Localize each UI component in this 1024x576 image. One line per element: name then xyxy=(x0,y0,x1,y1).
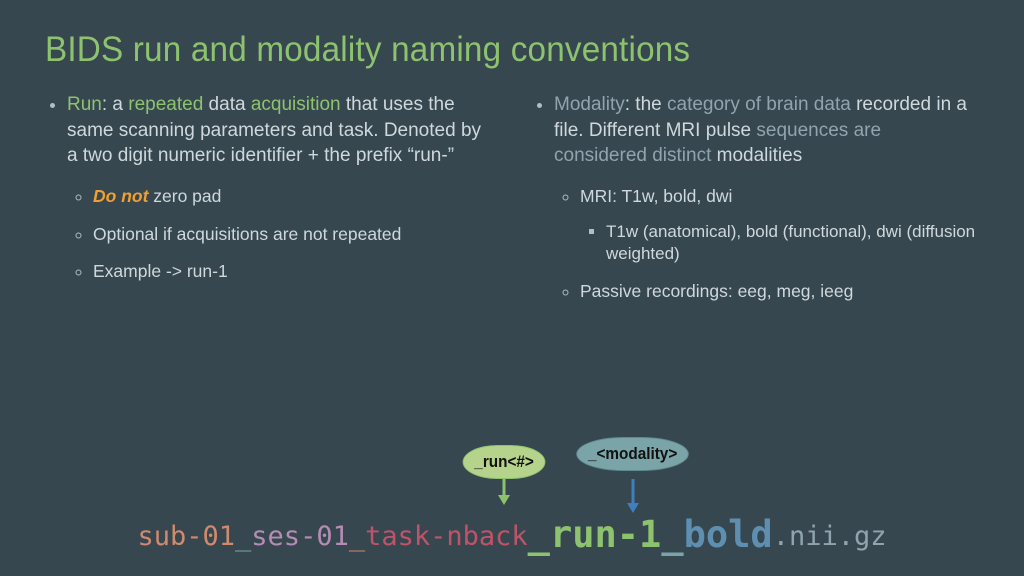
two-column-layout: Run: a repeated data acquisition that us… xyxy=(45,92,979,318)
slide-title: BIDS run and modality naming conventions xyxy=(45,30,932,70)
run-bubble: _run<#> xyxy=(463,445,546,479)
code-bold: bold xyxy=(684,513,773,556)
right-column: Modality: the category of brain data rec… xyxy=(532,92,979,318)
code-underscore: _ xyxy=(661,513,683,556)
code-task: task-nback xyxy=(365,521,528,552)
modality-mri-detail: T1w (anatomical), bold (functional), dwi… xyxy=(606,221,979,267)
code-sub: sub-01 xyxy=(137,521,235,552)
code-underscore: _ xyxy=(349,521,365,552)
modality-definition: Modality: the category of brain data rec… xyxy=(554,92,979,169)
run-note-zeropad: Do not zero pad xyxy=(93,185,492,209)
arrow-down-icon xyxy=(497,479,511,505)
code-ext: .nii.gz xyxy=(773,521,887,552)
filename-diagram: _run<#> _<modality> sub-01_ses-01_task-n… xyxy=(0,445,1024,556)
example-filename: sub-01_ses-01_task-nback_run-1_bold.nii.… xyxy=(0,513,1024,556)
run-note-example: Example -> run-1 xyxy=(93,260,492,284)
code-run: _run-1 xyxy=(528,513,662,556)
arrow-down-icon xyxy=(626,479,640,513)
run-definition: Run: a repeated data acquisition that us… xyxy=(67,92,492,169)
left-column: Run: a repeated data acquisition that us… xyxy=(45,92,492,318)
run-note-optional: Optional if acquisitions are not repeate… xyxy=(93,223,492,247)
code-ses: ses-01 xyxy=(251,521,349,552)
modality-passive: Passive recordings: eeg, meg, ieeg xyxy=(580,280,979,304)
code-underscore: _ xyxy=(235,521,251,552)
modality-mri: MRI: T1w, bold, dwi T1w (anatomical), bo… xyxy=(580,185,979,267)
modality-bubble: _<modality> xyxy=(577,437,690,471)
